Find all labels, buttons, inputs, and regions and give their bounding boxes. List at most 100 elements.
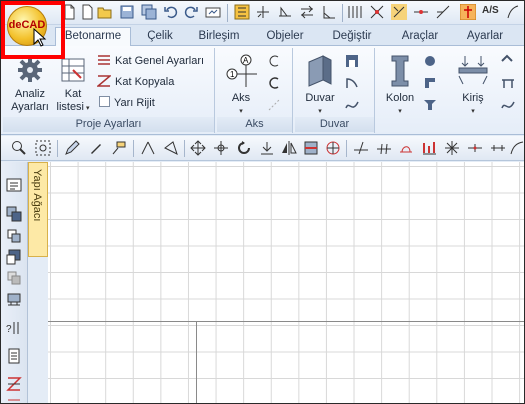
cursor-tool-icon[interactable]	[460, 4, 476, 20]
tab-birlesim[interactable]: Birleşim	[194, 28, 244, 46]
wall-wave-icon[interactable]	[345, 98, 359, 112]
arc-axis-icon[interactable]	[267, 54, 281, 68]
aks-label: Aks	[231, 92, 251, 104]
tab-celik[interactable]: Çelik	[141, 28, 179, 46]
magnet-icon[interactable]	[391, 4, 407, 20]
kat-listesi-button[interactable]: Kat listesi ▾	[53, 56, 93, 115]
document-icon[interactable]	[6, 348, 22, 364]
pencil-icon[interactable]	[64, 140, 80, 156]
yapi-agaci-tab[interactable]: Yapı Ağacı	[28, 162, 48, 257]
section-icon[interactable]	[6, 376, 22, 392]
tab-objeler[interactable]: Objeler	[261, 28, 309, 46]
drawing-toolbar	[1, 136, 524, 161]
line-icon[interactable]	[413, 4, 429, 20]
floor-plan-icon[interactable]	[6, 292, 22, 308]
capital-column-icon[interactable]	[423, 98, 437, 112]
wall-opening-icon[interactable]	[345, 54, 359, 68]
extend-line-icon[interactable]	[490, 140, 506, 156]
layers-icon[interactable]	[234, 4, 250, 20]
new-file-icon[interactable]	[79, 4, 95, 20]
more-icon[interactable]	[504, 4, 520, 20]
tab-degistir[interactable]: Değiştir	[326, 28, 378, 46]
rotate-icon[interactable]	[236, 140, 252, 156]
group-proje-ayarlari: Analiz Ayarları Kat listesi ▾ Kat Genel …	[3, 48, 215, 133]
tab-betonarme[interactable]: Betonarme	[55, 27, 131, 47]
axis-icon: A1	[226, 54, 257, 87]
quick-access-toolbar: A/S	[1, 1, 524, 25]
left-toolbar: ?	[1, 162, 28, 403]
copy-move-icon[interactable]	[213, 140, 229, 156]
beam-support-icon[interactable]	[501, 76, 515, 90]
analiz-ayarlari-button[interactable]: Analiz Ayarları	[7, 56, 53, 114]
grid-array-icon[interactable]	[325, 140, 341, 156]
triangle-icon[interactable]	[140, 140, 156, 156]
axis-line-horizontal	[48, 321, 524, 322]
l-column-icon[interactable]	[423, 76, 437, 90]
mirror-icon[interactable]	[281, 140, 297, 156]
tab-araclar[interactable]: Araçlar	[395, 28, 445, 46]
node-icon[interactable]	[369, 4, 385, 20]
yapi-agaci-label: Yapı Ağacı	[31, 169, 43, 222]
save-icon[interactable]	[119, 4, 135, 20]
toggle-icon[interactable]	[255, 4, 271, 20]
text-style-icon[interactable]: A/S	[482, 5, 502, 21]
trim-icon[interactable]	[353, 140, 369, 156]
svg-text:?: ?	[6, 324, 12, 335]
zoom-icon[interactable]	[11, 140, 27, 156]
yari-rijit-checkbox[interactable]: Yarı Rijit	[99, 94, 155, 112]
kat-kopyala-button[interactable]: Kat Kopyala	[97, 73, 174, 91]
mirror-down-icon[interactable]	[259, 140, 275, 156]
intersect-icon[interactable]	[444, 140, 460, 156]
measure-icon[interactable]	[421, 140, 437, 156]
angle-icon[interactable]	[321, 4, 337, 20]
drawing-canvas[interactable]	[48, 162, 524, 403]
undo-icon[interactable]	[163, 4, 179, 20]
break-icon[interactable]	[376, 140, 392, 156]
layer-hide-icon[interactable]	[6, 270, 22, 286]
circle-axis-icon[interactable]	[267, 76, 281, 90]
kolon-button[interactable]: Kolon ▾	[381, 54, 419, 118]
group-aks: A1 Aks ▾ Aks	[217, 48, 293, 133]
polygon-icon[interactable]	[163, 140, 179, 156]
tab-ayarlar[interactable]: Ayarlar	[460, 28, 510, 46]
aks-button[interactable]: A1 Aks ▾	[219, 54, 263, 118]
beam-curve-icon[interactable]	[501, 98, 515, 112]
diagonal-axis-icon[interactable]	[267, 98, 281, 112]
group-duvar: Duvar ▾ Duvar	[295, 48, 375, 133]
print-icon[interactable]	[205, 4, 221, 20]
group-label-aks: Aks	[217, 117, 292, 132]
save-all-icon[interactable]	[141, 4, 157, 20]
floor-copy-icon	[97, 75, 111, 87]
tag-icon[interactable]	[111, 140, 127, 156]
layer-stack-icon[interactable]	[6, 249, 22, 265]
id-number-icon[interactable]: ?	[6, 320, 22, 336]
snap-point-icon[interactable]	[467, 140, 483, 156]
kiris-button[interactable]: Kiriş ▾	[449, 54, 497, 118]
duvar-button[interactable]: Duvar ▾	[299, 54, 341, 118]
redo-icon[interactable]	[183, 4, 199, 20]
kat-label-line1: Kat	[64, 88, 82, 100]
dimension-icon[interactable]	[277, 4, 293, 20]
wall-curve-icon[interactable]	[345, 76, 359, 90]
group-label-proje: Proje Ayarları	[3, 117, 214, 132]
fillet-icon[interactable]	[398, 140, 414, 156]
arc-icon[interactable]	[509, 140, 525, 156]
snap-icon[interactable]	[347, 4, 363, 20]
layer-copy-icon[interactable]	[6, 228, 22, 244]
layer-select-icon[interactable]	[6, 206, 22, 222]
open-folder-icon[interactable]	[97, 4, 113, 20]
move-icon[interactable]	[190, 140, 206, 156]
array-icon[interactable]	[303, 140, 319, 156]
extend-icon[interactable]	[435, 4, 451, 20]
group-label-duvar: Duvar	[295, 117, 374, 132]
align-icon[interactable]	[299, 4, 315, 20]
level-icon[interactable]	[6, 396, 22, 404]
floor-settings-icon	[98, 55, 110, 65]
group-kolon-kiris: Kolon ▾ Kiriş ▾	[377, 48, 524, 133]
pen-icon[interactable]	[88, 140, 104, 156]
round-column-icon[interactable]	[423, 54, 437, 68]
kat-genel-ayarlari-button[interactable]: Kat Genel Ayarları	[97, 52, 204, 70]
properties-icon[interactable]	[6, 177, 22, 193]
beam-type-icon[interactable]	[501, 54, 515, 68]
zoom-extents-icon[interactable]	[35, 140, 51, 156]
